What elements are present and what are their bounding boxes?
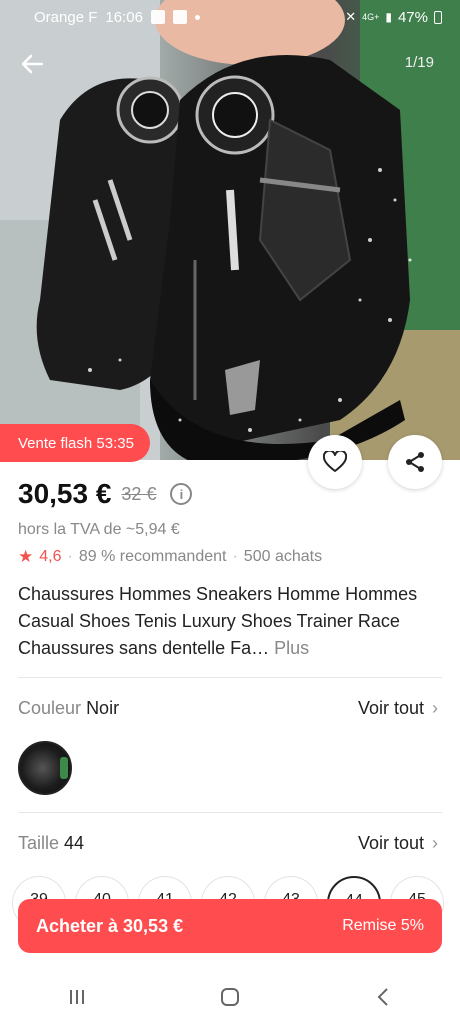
more-notifications-icon [194, 14, 200, 20]
buy-now-button[interactable]: Acheter à 30,53 € Remise 5% [18, 899, 442, 953]
divider [18, 812, 442, 813]
separator-dot: · [67, 548, 73, 565]
flash-sale-badge: Vente flash 53:35 [0, 424, 150, 462]
status-bar: Orange F 16:06 ✕ 4G+ ▮ 47% [0, 0, 460, 34]
sneaker-photo [0, 0, 460, 460]
price-row: 30,53 € 32 € i [18, 478, 193, 510]
divider [18, 677, 442, 678]
separator-dot: · [232, 548, 238, 565]
more-link[interactable]: Plus [274, 638, 309, 658]
color-swatch-black[interactable] [18, 741, 72, 795]
rating-row[interactable]: ★ 4,6 · 89 % recommandent · 500 achats [18, 547, 322, 567]
recommend-rate: 89 % recommandent [78, 548, 227, 565]
home-button[interactable] [200, 977, 260, 1017]
tax-note: hors la TVA de ~5,94 € [18, 521, 180, 538]
clock: 16:06 [105, 8, 143, 26]
rating-score: 4,6 [39, 548, 62, 565]
home-icon [220, 988, 239, 1006]
size-label: Taille 44 [18, 833, 84, 854]
back-button[interactable] [16, 50, 48, 78]
recent-apps-button[interactable] [47, 977, 107, 1017]
color-label: Couleur Noir [18, 698, 119, 719]
arrow-left-icon [21, 54, 43, 74]
chevron-right-icon: › [432, 698, 438, 718]
size-see-all-link[interactable]: Voir tout › [358, 833, 438, 854]
star-icon: ★ [18, 547, 34, 566]
share-icon [406, 452, 424, 472]
size-value: 44 [64, 833, 85, 853]
color-see-all-link[interactable]: Voir tout › [358, 698, 438, 719]
color-value: Noir [86, 698, 120, 718]
battery-label: 47% [397, 8, 428, 26]
system-back-button[interactable] [353, 977, 413, 1017]
info-icon[interactable]: i [170, 483, 193, 505]
size-see-all-label: Voir tout [357, 833, 424, 853]
carrier-label: Orange F [34, 8, 98, 26]
buy-now-label: Acheter à 30,53 € [36, 915, 184, 936]
system-nav-bar [0, 970, 460, 1024]
image-counter: 1/19 [404, 54, 434, 71]
favorite-button[interactable] [308, 435, 362, 489]
signal-icon: ▮ [385, 10, 392, 24]
color-label-text: Couleur [18, 698, 82, 718]
color-see-all-label: Voir tout [357, 698, 424, 718]
product-image-gallery[interactable] [0, 0, 460, 460]
original-price: 32 € [121, 483, 157, 504]
chevron-left-icon [377, 988, 389, 1006]
share-button[interactable] [388, 435, 442, 489]
app-notification-icon [172, 10, 187, 24]
purchase-count: 500 achats [243, 548, 323, 565]
chevron-right-icon: › [432, 833, 438, 853]
battery-icon [434, 10, 442, 24]
product-title-text: Chaussures Hommes Sneakers Homme Hommes … [18, 584, 418, 658]
heart-icon [323, 451, 347, 472]
discount-label: Remise 5% [342, 917, 424, 934]
size-label-text: Taille [18, 833, 60, 853]
network-label: 4G+ [362, 12, 380, 22]
product-title: Chaussures Hommes Sneakers Homme Hommes … [18, 581, 443, 662]
product-page: Orange F 16:06 ✕ 4G+ ▮ 47% 1/19 Vente fl… [0, 0, 460, 1024]
current-price: 30,53 € [18, 478, 112, 509]
notification-icon [150, 10, 165, 24]
mute-icon: ✕ [345, 9, 357, 24]
recent-apps-icon [69, 990, 84, 1004]
